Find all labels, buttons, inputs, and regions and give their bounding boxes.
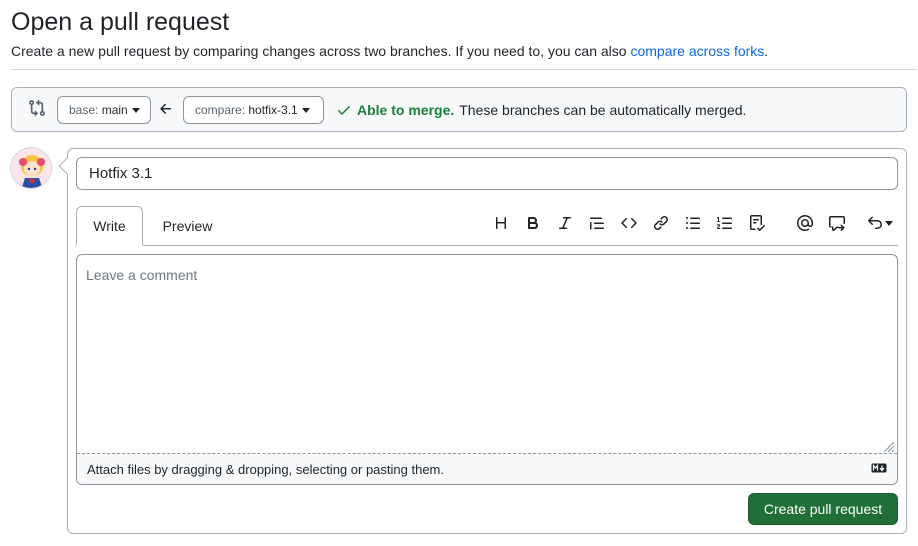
code-icon[interactable] <box>619 213 639 233</box>
quote-icon[interactable] <box>587 213 607 233</box>
base-branch-select[interactable]: base: main <box>57 96 151 124</box>
check-icon <box>338 106 350 115</box>
arrow-left-icon <box>160 103 171 114</box>
pr-title-input[interactable]: Hotfix 3.1 <box>76 157 898 190</box>
compare-value: hotfix-3.1 <box>248 103 298 117</box>
reference-icon[interactable] <box>827 213 847 233</box>
branch-range-bar: base: main compare: hotfix-3.1 Able to m… <box>11 87 907 132</box>
tab-write[interactable]: Write <box>76 206 143 246</box>
caret-down-icon <box>885 220 893 226</box>
resize-handle-icon[interactable] <box>881 439 895 453</box>
attach-files-bar[interactable]: Attach files by dragging & dropping, sel… <box>77 453 897 484</box>
avatar[interactable] <box>10 147 52 189</box>
page-title: Open a pull request <box>11 8 230 36</box>
merge-message: These branches can be automatically merg… <box>459 102 747 118</box>
page-subtitle: Create a new pull request by comparing c… <box>11 43 768 59</box>
ordered-list-icon[interactable] <box>715 213 735 233</box>
mention-icon[interactable] <box>795 213 815 233</box>
subtitle-text: Create a new pull request by comparing c… <box>11 43 627 59</box>
comment-textarea[interactable]: Leave a comment Attach files by dragging… <box>76 254 898 485</box>
base-label: base: <box>69 103 99 117</box>
compare-forks-link[interactable]: compare across forks <box>630 43 764 59</box>
markdown-icon[interactable] <box>871 463 887 473</box>
caret-down-icon <box>131 107 140 113</box>
create-pull-request-button[interactable]: Create pull request <box>748 493 898 525</box>
git-compare-icon <box>29 99 45 117</box>
compare-label: compare: <box>195 103 246 117</box>
tab-preview[interactable]: Preview <box>150 206 225 246</box>
task-list-icon[interactable] <box>747 213 767 233</box>
attach-text: Attach files by dragging & dropping, sel… <box>87 461 444 477</box>
subtitle-period: . <box>764 43 769 59</box>
italic-icon[interactable] <box>555 213 575 233</box>
heading-icon[interactable] <box>491 213 511 233</box>
bold-icon[interactable] <box>523 213 543 233</box>
merge-status: Able to merge. These branches can be aut… <box>336 102 746 118</box>
comment-placeholder: Leave a comment <box>86 267 198 283</box>
caret-down-icon <box>301 107 310 113</box>
unordered-list-icon[interactable] <box>683 213 703 233</box>
undo-icon[interactable] <box>864 213 896 233</box>
link-icon[interactable] <box>651 213 671 233</box>
compare-branch-select[interactable]: compare: hotfix-3.1 <box>183 96 324 124</box>
avatar-image <box>11 148 51 188</box>
header-divider <box>11 69 917 70</box>
base-value: main <box>101 103 128 117</box>
merge-ok-text: Able to merge. <box>357 102 455 118</box>
